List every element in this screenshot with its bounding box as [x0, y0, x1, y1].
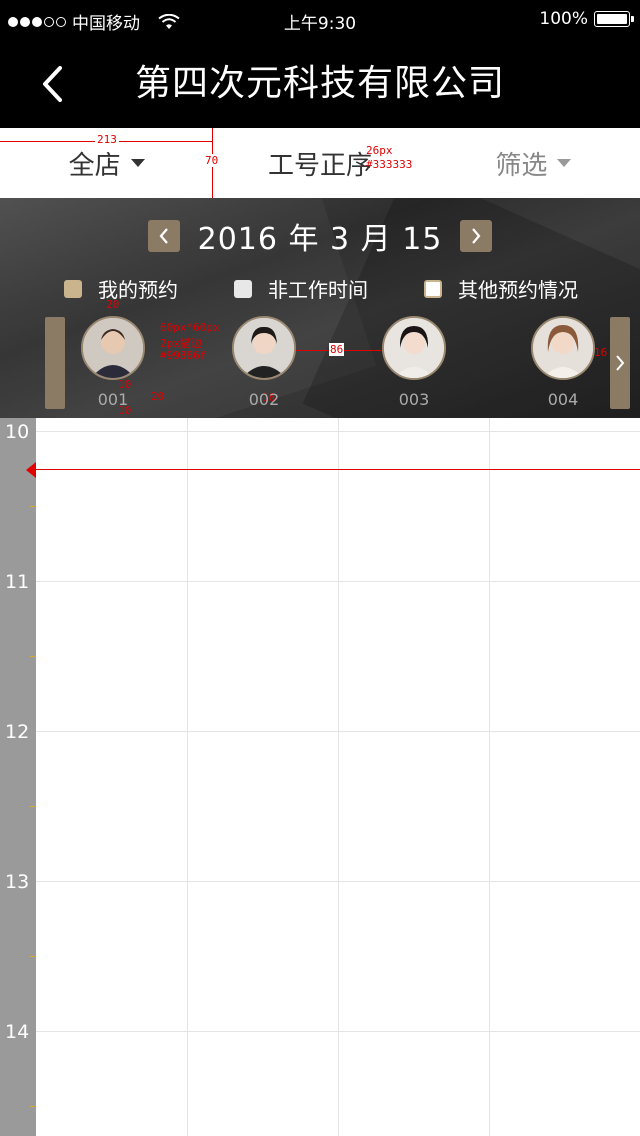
chevron-right-icon	[616, 355, 625, 371]
staff-code: 001	[97, 390, 129, 409]
legend-swatch	[234, 279, 252, 298]
sort-option-label: 工号正序	[267, 150, 372, 181]
legend-item-non-working: 非工作时间	[234, 274, 368, 303]
avatar	[232, 316, 296, 380]
hour-line	[36, 581, 640, 582]
half-hour-tick	[30, 806, 36, 807]
caret-down-icon	[130, 159, 145, 167]
legend: 我的预约 非工作时间 其他预约情况	[0, 274, 640, 302]
annotation-font-size: 26px	[366, 144, 393, 157]
page-title: 第四次元科技有限公司	[134, 63, 505, 104]
annotation-height: 70	[205, 154, 219, 167]
next-day-button[interactable]	[460, 220, 493, 252]
legend-label: 其他预约情况	[458, 278, 578, 302]
battery-percent: 100%	[539, 9, 588, 29]
staff-scroll-right-button[interactable]	[610, 317, 630, 409]
hour-label: 12	[5, 721, 30, 743]
chevron-left-icon	[159, 228, 168, 244]
current-date: 2016 年 3 月 15	[197, 222, 443, 257]
prev-day-button[interactable]	[147, 220, 180, 252]
staff-item[interactable]: 002	[229, 316, 299, 409]
time-column: 10 11 12 13 14	[0, 418, 36, 1136]
hour-label: 14	[5, 1021, 30, 1043]
schedule-header: 2016 年 3 月 15 我的预约 非工作时间 其他预约情况 001 002 …	[0, 198, 640, 418]
hour-line	[36, 1031, 640, 1032]
battery-icon	[594, 11, 634, 27]
store-filter-label: 全店	[68, 150, 121, 181]
staff-item[interactable]: 001	[78, 316, 148, 409]
column-divider	[489, 418, 490, 1136]
avatar	[382, 316, 446, 380]
staff-item[interactable]: 004	[528, 316, 598, 409]
legend-swatch	[64, 279, 82, 298]
annotation-font-color: #333333	[366, 158, 413, 171]
staff-row: 001 002 003 004	[0, 316, 640, 410]
legend-item-my-booking: 我的预约	[64, 274, 178, 303]
battery-area: 100%	[539, 9, 634, 29]
half-hour-tick	[30, 656, 36, 657]
column-divider	[338, 418, 339, 1136]
legend-label: 我的预约	[98, 278, 178, 302]
nav-bar: 第四次元科技有限公司	[0, 40, 640, 128]
current-time-line	[28, 469, 640, 470]
chevron-right-icon	[472, 228, 481, 244]
hour-line	[36, 881, 640, 882]
filter-label: 筛选	[495, 150, 548, 181]
legend-item-other-booking: 其他预约情况	[424, 274, 578, 303]
staff-item[interactable]: 003	[379, 316, 449, 409]
staff-code: 002	[248, 390, 280, 409]
hour-label: 13	[5, 871, 30, 893]
staff-code: 003	[398, 390, 430, 409]
avatar	[81, 316, 145, 380]
date-selector: 2016 年 3 月 15	[0, 216, 640, 257]
hour-line	[36, 431, 640, 432]
half-hour-tick	[30, 956, 36, 957]
staff-scroll-left-button[interactable]	[45, 317, 65, 409]
schedule-grid[interactable]: 10 11 12 13 14	[0, 418, 640, 1136]
hour-label: 11	[5, 571, 30, 593]
legend-swatch	[424, 279, 442, 298]
hour-line	[36, 731, 640, 732]
staff-code: 004	[547, 390, 579, 409]
half-hour-tick	[30, 1106, 36, 1107]
filter-dropdown[interactable]: 筛选	[427, 128, 640, 198]
current-time-marker	[26, 462, 36, 478]
hour-label: 10	[5, 421, 30, 443]
legend-label: 非工作时间	[268, 278, 368, 302]
column-divider	[187, 418, 188, 1136]
caret-down-icon	[557, 159, 572, 167]
status-bar: 中国移动 上午9:30 100%	[0, 0, 640, 40]
annotation-width: 213	[95, 133, 119, 146]
half-hour-tick	[30, 506, 36, 507]
avatar	[531, 316, 595, 380]
